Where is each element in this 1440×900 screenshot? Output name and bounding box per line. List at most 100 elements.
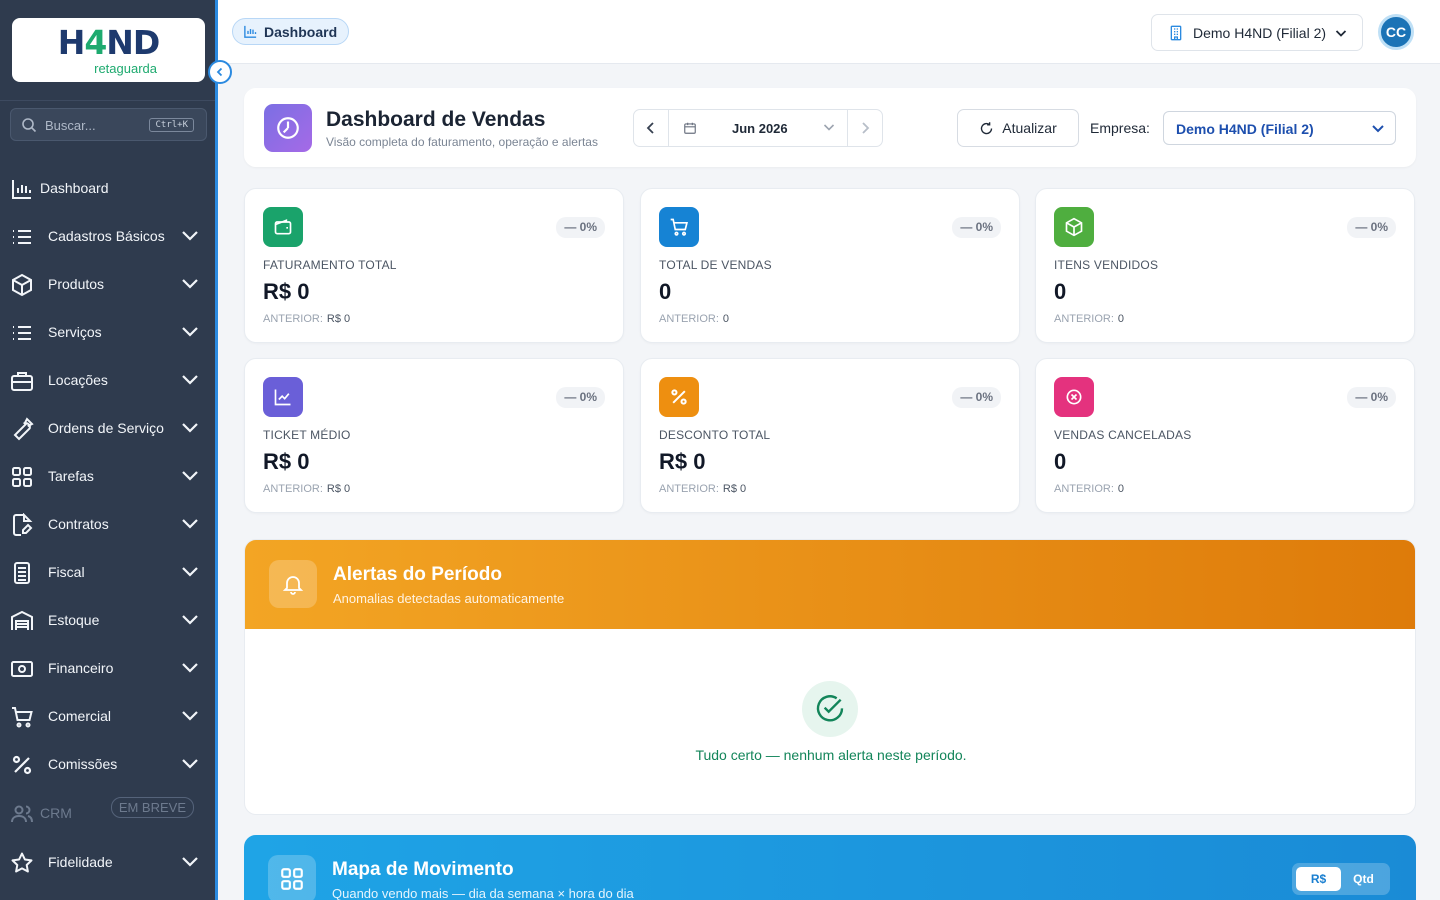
page-subtitle: Visão completa do faturamento, operação …	[326, 135, 598, 149]
cancel-circle-icon	[1066, 389, 1082, 405]
company-label: Empresa:	[1090, 120, 1150, 136]
next-period-button[interactable]	[847, 110, 882, 146]
refresh-icon	[981, 121, 993, 134]
alerts-card: Alertas do Período Anomalias detectadas …	[244, 539, 1416, 815]
sidebar-item-locacoes[interactable]: Locações	[0, 360, 215, 400]
breadcrumb[interactable]: Dashboard	[232, 18, 350, 45]
sidebar-item-contratos[interactable]: Contratos	[0, 504, 215, 544]
kpi-label: TICKET MÉDIO	[263, 428, 351, 442]
kpi-change-badge: — 0%	[556, 387, 605, 408]
grid-icon	[12, 467, 32, 487]
avatar[interactable]: CC	[1378, 14, 1414, 50]
box-icon	[1065, 217, 1083, 237]
alerts-title: Alertas do Período	[333, 564, 502, 585]
branch-label: Demo H4ND (Filial 2)	[1193, 24, 1327, 41]
chevron-down-icon	[182, 663, 198, 673]
alerts-empty-message: Tudo certo — nenhum alerta neste período…	[695, 747, 967, 763]
kpi-card-faturamento: — 0% FATURAMENTO TOTAL R$ 0 ANTERIOR: R$ …	[244, 188, 624, 343]
chevron-down-icon	[182, 327, 198, 337]
dashboard-header: Dashboard de Vendas Visão completa do fa…	[244, 88, 1416, 167]
kpi-icon-badge	[1054, 377, 1094, 417]
search-box[interactable]: Buscar... Ctrl+K	[10, 108, 207, 141]
sidebar-item-comissoes[interactable]: Comissões	[0, 744, 215, 784]
movement-map-title: Mapa de Movimento	[332, 859, 514, 880]
sidebar-item-fiscal[interactable]: Fiscal	[0, 552, 215, 592]
search-shortcut: Ctrl+K	[149, 118, 194, 132]
movement-map-card: Mapa de Movimento Quando vendo mais — di…	[244, 835, 1416, 900]
warehouse-icon	[11, 610, 33, 630]
period-dropdown[interactable]: Jun 2026	[669, 110, 847, 146]
period-selector: Jun 2026	[633, 109, 883, 147]
sidebar-item-cadastros[interactable]: Cadastros Básicos	[0, 216, 215, 256]
kpi-card-itens-vendidos: — 0% ITENS VENDIDOS 0 ANTERIOR: 0	[1035, 188, 1415, 343]
chevron-right-icon	[862, 122, 870, 134]
sidebar-item-dashboard[interactable]: Dashboard	[0, 168, 215, 208]
chevron-down-icon	[1335, 29, 1347, 37]
chevron-left-icon	[216, 67, 223, 77]
kpi-card-total-vendas: — 0% TOTAL DE VENDAS 0 ANTERIOR: 0	[640, 188, 1020, 343]
chevron-down-icon	[182, 423, 198, 433]
sidebar-item-produtos[interactable]: Produtos	[0, 264, 215, 304]
briefcase-icon	[11, 372, 33, 391]
document-edit-icon	[13, 513, 33, 536]
page-title: Dashboard de Vendas	[326, 108, 546, 131]
company-value: Demo H4ND (Filial 2)	[1176, 121, 1314, 137]
sidebar-item-servicos[interactable]: Serviços	[0, 312, 215, 352]
kpi-previous: ANTERIOR: R$ 0	[659, 483, 747, 495]
kpi-label: VENDAS CANCELADAS	[1054, 428, 1192, 442]
search-icon	[22, 118, 37, 133]
sidebar-item-ordens[interactable]: Ordens de Serviço	[0, 408, 215, 448]
wallet-icon	[274, 219, 292, 235]
chevron-down-icon	[182, 279, 198, 289]
banknote-icon	[11, 661, 33, 677]
cart-icon	[670, 218, 688, 236]
company-select[interactable]: Demo H4ND (Filial 2)	[1163, 111, 1396, 145]
pie-chart-icon	[277, 117, 299, 139]
chevron-down-icon	[1372, 125, 1384, 133]
kpi-icon-badge	[659, 377, 699, 417]
kpi-card-ticket-medio: — 0% TICKET MÉDIO R$ 0 ANTERIOR: R$ 0	[244, 358, 624, 513]
kpi-change-badge: — 0%	[556, 217, 605, 238]
kpi-icon-badge	[263, 377, 303, 417]
bell-icon	[282, 576, 304, 595]
sidebar-item-fidelidade[interactable]: Fidelidade	[0, 842, 215, 882]
refresh-button[interactable]: Atualizar	[957, 109, 1079, 147]
percent-icon	[12, 755, 32, 775]
kpi-previous: ANTERIOR: 0	[1054, 483, 1125, 495]
trend-chart-icon	[274, 389, 291, 406]
kpi-card-desconto-total: — 0% DESCONTO TOTAL R$ 0 ANTERIOR: R$ 0	[640, 358, 1020, 513]
sidebar-item-comercial[interactable]: Comercial	[0, 696, 215, 736]
chart-bar-icon	[244, 25, 257, 38]
search-input[interactable]: Buscar...	[45, 118, 96, 133]
logo-wordmark: H4ND	[57, 23, 161, 62]
ok-badge	[802, 681, 858, 737]
coming-soon-badge: EM BREVE	[110, 797, 194, 818]
users-icon	[11, 805, 33, 823]
kpi-value: R$ 0	[263, 449, 310, 474]
sidebar-collapse-button[interactable]	[208, 60, 232, 84]
box-icon	[12, 273, 32, 297]
previous-period-button[interactable]	[634, 110, 669, 146]
wrench-icon	[13, 417, 34, 441]
kpi-previous: ANTERIOR: R$ 0	[263, 483, 351, 495]
kpi-change-badge: — 0%	[952, 217, 1001, 238]
alerts-icon-badge	[269, 560, 317, 608]
sidebar-item-financeiro[interactable]: Financeiro	[0, 648, 215, 688]
chevron-down-icon	[823, 124, 835, 131]
metric-toggle: R$ Qtd	[1292, 863, 1390, 895]
logo-subtitle: retaguarda	[94, 61, 157, 76]
period-value: Jun 2026	[732, 121, 788, 136]
logo[interactable]: H4ND retaguarda	[12, 18, 205, 82]
movement-map-subtitle: Quando vendo mais — dia da semana × hora…	[332, 886, 634, 900]
kpi-label: DESCONTO TOTAL	[659, 428, 771, 442]
kpi-label: ITENS VENDIDOS	[1054, 258, 1159, 272]
sidebar-item-tarefas[interactable]: Tarefas	[0, 456, 215, 496]
kpi-icon-badge	[263, 207, 303, 247]
branch-selector[interactable]: Demo H4ND (Filial 2)	[1151, 14, 1363, 51]
toggle-option-value[interactable]: R$	[1296, 867, 1341, 891]
toggle-option-quantity[interactable]: Qtd	[1341, 867, 1386, 891]
chevron-down-icon	[182, 231, 198, 241]
chevron-down-icon	[182, 759, 198, 769]
building-icon	[1170, 25, 1182, 40]
sidebar-item-estoque[interactable]: Estoque	[0, 600, 215, 640]
